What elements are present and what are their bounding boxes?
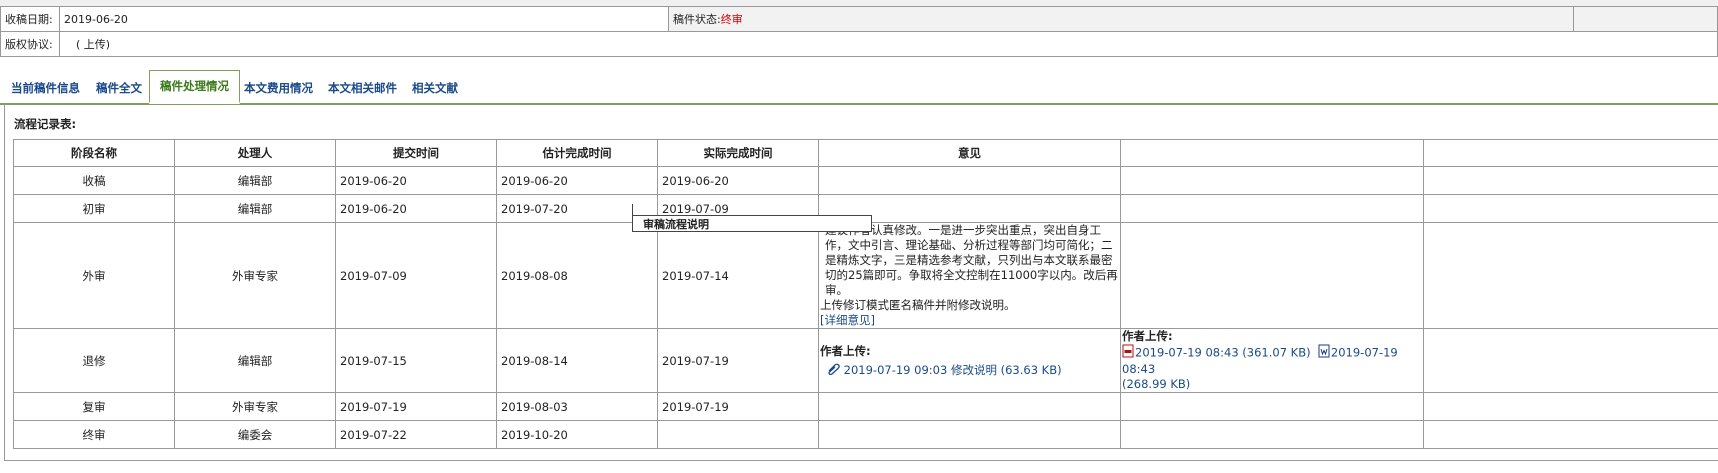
stage-cell: 复审 [13, 392, 175, 421]
submit-cell: 2019-07-19 [335, 392, 497, 421]
paperclip-icon [826, 363, 840, 378]
author-upload-label: 作者上传: [820, 344, 871, 358]
author-upload-cell: 作者上传: 2019-07-19 09:03 修改说明 (63.63 KB) [818, 328, 1121, 393]
estimate-cell: 2019-06-20 [496, 166, 658, 195]
submit-cell: 2019-07-09 [335, 222, 497, 329]
filler-cell [1423, 392, 1718, 421]
tab-current-info[interactable]: 当前稿件信息 [11, 76, 80, 100]
status-value: 终审 [720, 13, 743, 26]
header-submit-time: 提交时间 [335, 139, 497, 167]
stage-cell: 初审 [13, 194, 175, 223]
extra-cell [1120, 194, 1424, 223]
copyright-upload-link[interactable]: ( 上传) [76, 38, 110, 51]
process-panel: 流程记录表: 阶段名称 处理人 提交时间 估计完成时间 实际完成时间 意见 收稿… [4, 104, 1718, 461]
detail-opinion-link[interactable]: [详细意见] [820, 313, 1120, 328]
process-record-title: 流程记录表: [14, 117, 77, 131]
opinion-text: 建议作者认真修改。一是进一步突出重点，突出自身工作，文中引言、理论基础、分析过程… [825, 223, 1118, 298]
tab-full-text[interactable]: 稿件全文 [96, 76, 142, 100]
stage-cell: 退修 [13, 328, 175, 393]
estimate-cell: 2019-08-08 [496, 222, 658, 329]
extra-cell [1120, 392, 1424, 421]
table-row: 收稿 编辑部 2019-06-20 2019-06-20 2019-06-20 [13, 166, 1718, 195]
tab-bar: 当前稿件信息 稿件全文 稿件处理情况 本文费用情况 本文相关邮件 相关文献 [0, 70, 1718, 105]
opinion-text-2: 上传修订模式匿名稿件并附修改说明。 [820, 298, 1016, 312]
pdf-file-link[interactable]: 2019-07-19 08:43 (361.07 KB) [1135, 346, 1311, 360]
author-upload-files: 2019-07-19 08:43 (361.07 KB) 2019-07-19 … [1122, 344, 1423, 377]
header-stage: 阶段名称 [13, 139, 175, 167]
status-cell-filler [1573, 6, 1718, 32]
table-row: 终审 编委会 2019-07-22 2019-10-20 [13, 420, 1718, 449]
actual-cell: 2019-07-14 [657, 222, 819, 329]
header-filler [1423, 139, 1718, 167]
estimate-cell: 2019-08-03 [496, 392, 658, 421]
word-file-icon [1318, 344, 1331, 362]
actual-cell: 2019-07-19 [657, 328, 819, 393]
header-actual-time: 实际完成时间 [657, 139, 819, 167]
table-row: 外审 外审专家 2019-07-09 2019-08-08 2019-07-14… [13, 222, 1718, 329]
opinion-cell: 建议作者认真修改。一是进一步突出重点，突出自身工作，文中引言、理论基础、分析过程… [818, 222, 1121, 329]
received-date-label: 收稿日期: [0, 6, 60, 32]
manuscript-info-table: 收稿日期: 2019-06-20 稿件状态:终审 版权协议: ( 上传) [0, 6, 1718, 57]
opinion-cell [818, 166, 1121, 195]
handler-cell: 编委会 [174, 420, 336, 449]
submit-cell: 2019-07-22 [335, 420, 497, 449]
tab-references[interactable]: 相关文献 [412, 76, 458, 100]
copyright-label: 版权协议: [0, 31, 60, 57]
table-row: 复审 外审专家 2019-07-19 2019-08-03 2019-07-19 [13, 392, 1718, 421]
author-upload-item: 2019-07-19 09:03 修改说明 (63.63 KB) [820, 362, 1120, 378]
header-handler: 处理人 [174, 139, 336, 167]
handler-cell: 编辑部 [174, 328, 336, 393]
stage-cell: 终审 [13, 420, 175, 449]
author-upload-label-2: 作者上传: [1122, 329, 1173, 344]
actual-cell [657, 420, 819, 449]
tab-emails[interactable]: 本文相关邮件 [328, 76, 397, 100]
header-estimate-time: 估计完成时间 [496, 139, 658, 167]
submit-cell: 2019-06-20 [335, 166, 497, 195]
extra-cell [1120, 420, 1424, 449]
opinion-cell [818, 420, 1121, 449]
pdf-file-icon [1122, 344, 1135, 362]
estimate-cell: 2019-10-20 [496, 420, 658, 449]
actual-cell: 2019-06-20 [657, 166, 819, 195]
process-record-table: 阶段名称 处理人 提交时间 估计完成时间 实际完成时间 意见 收稿 编辑部 20… [13, 139, 1718, 449]
stage-cell: 外审 [13, 222, 175, 329]
handler-cell: 编辑部 [174, 194, 336, 223]
opinion-cell [818, 392, 1121, 421]
header-extra [1120, 139, 1424, 167]
table-row: 退修 编辑部 2019-07-15 2019-08-14 2019-07-19 … [13, 328, 1718, 393]
status-label: 稿件状态: [673, 13, 721, 26]
filler-cell [1423, 166, 1718, 195]
submit-cell: 2019-06-20 [335, 194, 497, 223]
received-date-value: 2019-06-20 [59, 6, 669, 32]
filler-cell [1423, 194, 1718, 223]
copyright-value: ( 上传) [59, 31, 1718, 57]
review-process-tooltip: 审稿流程说明 [632, 215, 872, 232]
estimate-cell: 2019-08-14 [496, 328, 658, 393]
revision-note-file-link[interactable]: 2019-07-19 09:03 修改说明 (63.63 KB) [844, 363, 1062, 377]
author-upload-cell-2: 作者上传: 2019-07-19 08:43 (361.07 KB) 2019-… [1120, 328, 1424, 393]
header-opinion: 意见 [818, 139, 1121, 167]
handler-cell: 编辑部 [174, 166, 336, 195]
handler-cell: 外审专家 [174, 392, 336, 421]
extra-cell [1120, 166, 1424, 195]
filler-cell [1423, 328, 1718, 393]
status-cell: 稿件状态:终审 [668, 6, 1574, 32]
filler-cell [1423, 222, 1718, 329]
extra-cell [1120, 222, 1424, 329]
tab-fees[interactable]: 本文费用情况 [244, 76, 313, 100]
filler-cell [1423, 420, 1718, 449]
submit-cell: 2019-07-15 [335, 328, 497, 393]
stage-cell: 收稿 [13, 166, 175, 195]
word-file-size[interactable]: (268.99 KB) [1122, 377, 1423, 392]
actual-cell: 2019-07-19 [657, 392, 819, 421]
tab-processing[interactable]: 稿件处理情况 [149, 70, 240, 104]
handler-cell: 外审专家 [174, 222, 336, 329]
